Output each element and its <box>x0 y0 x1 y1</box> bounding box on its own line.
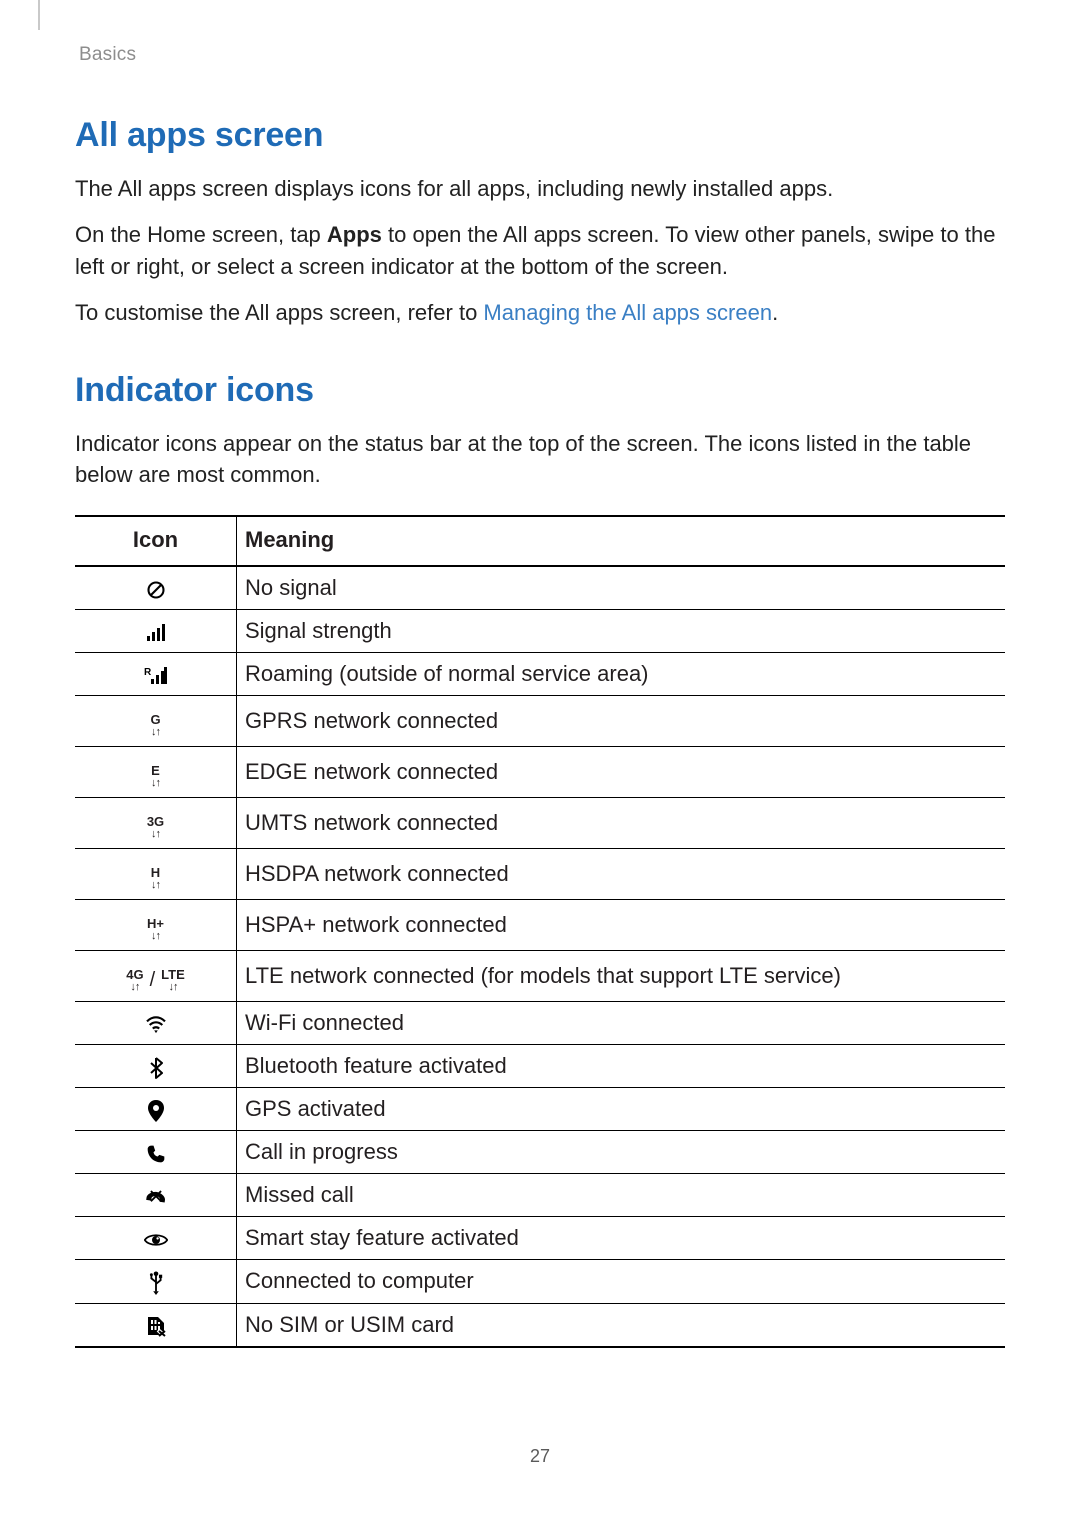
indicator-icons-table: Icon Meaning No signal Signal strength <box>75 515 1005 1347</box>
page: Basics All apps screen The All apps scre… <box>0 0 1080 1527</box>
wifi-icon <box>75 1002 237 1045</box>
cell-meaning: Missed call <box>237 1174 1006 1217</box>
cell-meaning: HSDPA network connected <box>237 849 1006 900</box>
slash: / <box>148 969 158 992</box>
call-icon <box>75 1131 237 1174</box>
updown-arrows-icon: ↓↑ <box>168 982 177 993</box>
cell-meaning: Bluetooth feature activated <box>237 1045 1006 1088</box>
no-sim-icon <box>75 1303 237 1347</box>
breadcrumb: Basics <box>79 44 1005 66</box>
heading-all-apps: All apps screen <box>75 116 1005 155</box>
table-row: No signal <box>75 566 1005 610</box>
net-label: 3G <box>147 815 164 828</box>
table-row: GPS activated <box>75 1088 1005 1131</box>
lte-icon: 4G↓↑ / LTE↓↑ <box>75 951 237 1002</box>
table-header-row: Icon Meaning <box>75 516 1005 566</box>
paragraph-all-apps-3: To customise the All apps screen, refer … <box>75 297 1005 329</box>
cell-meaning: GPS activated <box>237 1088 1006 1131</box>
heading-indicator-icons: Indicator icons <box>75 371 1005 410</box>
table-row: E↓↑ EDGE network connected <box>75 747 1005 798</box>
table-row: Smart stay feature activated <box>75 1217 1005 1260</box>
cell-meaning: Smart stay feature activated <box>237 1217 1006 1260</box>
table-row: G↓↑ GPRS network connected <box>75 696 1005 747</box>
table-row: Bluetooth feature activated <box>75 1045 1005 1088</box>
updown-arrows-icon: ↓↑ <box>151 829 160 840</box>
table-row: 4G↓↑ / LTE↓↑ LTE network connected (for … <box>75 951 1005 1002</box>
cell-meaning: HSPA+ network connected <box>237 900 1006 951</box>
signal-bars-icon <box>75 610 237 653</box>
text: . <box>772 300 778 325</box>
paragraph-all-apps-2: On the Home screen, tap Apps to open the… <box>75 219 1005 283</box>
net-label-4g: 4G <box>126 968 143 981</box>
cell-meaning: UMTS network connected <box>237 798 1006 849</box>
smart-stay-icon <box>75 1217 237 1260</box>
updown-arrows-icon: ↓↑ <box>130 982 139 993</box>
net-label-lte: LTE <box>161 968 185 981</box>
cell-meaning: No signal <box>237 566 1006 610</box>
cell-meaning: Call in progress <box>237 1131 1006 1174</box>
updown-arrows-icon: ↓↑ <box>151 727 160 738</box>
table-row: H↓↑ HSDPA network connected <box>75 849 1005 900</box>
table-row: 3G↓↑ UMTS network connected <box>75 798 1005 849</box>
table-row: Connected to computer <box>75 1260 1005 1303</box>
table-row: No SIM or USIM card <box>75 1303 1005 1347</box>
paragraph-indicator-intro: Indicator icons appear on the status bar… <box>75 428 1005 492</box>
cell-meaning: Connected to computer <box>237 1260 1006 1303</box>
page-number: 27 <box>0 1446 1080 1467</box>
link-manage-all-apps[interactable]: Managing the All apps screen <box>483 300 772 325</box>
cell-meaning: Roaming (outside of normal service area) <box>237 653 1006 696</box>
umts-icon: 3G↓↑ <box>75 798 237 849</box>
updown-arrows-icon: ↓↑ <box>151 931 160 942</box>
table-row: R Roaming (outside of normal service are… <box>75 653 1005 696</box>
hsdpa-icon: H↓↑ <box>75 849 237 900</box>
cell-meaning: EDGE network connected <box>237 747 1006 798</box>
no-signal-icon <box>75 566 237 610</box>
net-label: H <box>151 866 160 879</box>
cell-meaning: GPRS network connected <box>237 696 1006 747</box>
text: To customise the All apps screen, refer … <box>75 300 483 325</box>
net-label: H+ <box>147 917 164 930</box>
th-meaning: Meaning <box>237 516 1006 566</box>
gprs-icon: G↓↑ <box>75 696 237 747</box>
missed-call-icon <box>75 1174 237 1217</box>
table-row: Wi-Fi connected <box>75 1002 1005 1045</box>
usb-icon <box>75 1260 237 1303</box>
bold-apps: Apps <box>327 222 382 247</box>
cell-meaning: LTE network connected (for models that s… <box>237 951 1006 1002</box>
bluetooth-icon <box>75 1045 237 1088</box>
cell-meaning: Signal strength <box>237 610 1006 653</box>
cell-meaning: Wi-Fi connected <box>237 1002 1006 1045</box>
table-row: Missed call <box>75 1174 1005 1217</box>
table-row: Signal strength <box>75 610 1005 653</box>
table-row: H+↓↑ HSPA+ network connected <box>75 900 1005 951</box>
updown-arrows-icon: ↓↑ <box>151 880 160 891</box>
crop-mark <box>38 0 40 30</box>
cell-meaning: No SIM or USIM card <box>237 1303 1006 1347</box>
edge-icon: E↓↑ <box>75 747 237 798</box>
text: On the Home screen, tap <box>75 222 327 247</box>
hspa-plus-icon: H+↓↑ <box>75 900 237 951</box>
updown-arrows-icon: ↓↑ <box>151 778 160 789</box>
th-icon: Icon <box>75 516 237 566</box>
net-label: G <box>150 713 160 726</box>
svg-text:R: R <box>144 667 152 678</box>
roaming-icon: R <box>75 653 237 696</box>
table-row: Call in progress <box>75 1131 1005 1174</box>
gps-icon <box>75 1088 237 1131</box>
paragraph-all-apps-1: The All apps screen displays icons for a… <box>75 173 1005 205</box>
net-label: E <box>151 764 160 777</box>
